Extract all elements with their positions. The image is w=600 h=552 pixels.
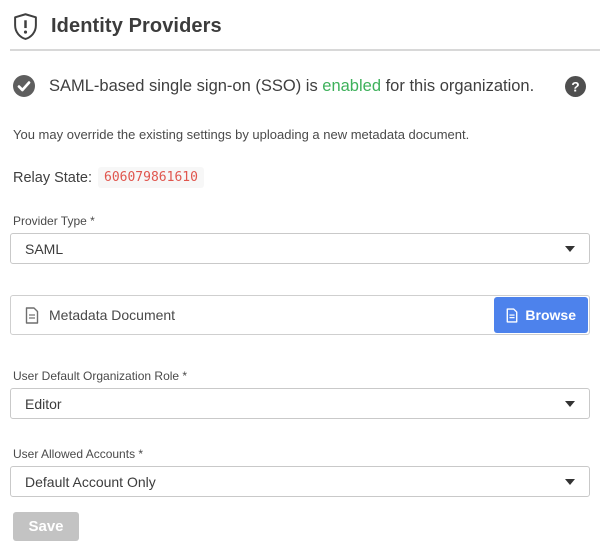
check-circle-icon: [13, 75, 35, 97]
metadata-file-placeholder: Metadata Document: [49, 307, 175, 323]
shield-exclamation-icon: [13, 13, 38, 40]
override-description: You may override the existing settings b…: [13, 127, 588, 142]
allowed-accounts-select[interactable]: Default Account Only: [10, 466, 590, 497]
provider-type-group: Provider Type * SAML: [10, 214, 590, 264]
default-org-role-select[interactable]: Editor: [10, 388, 590, 419]
sso-status-text: SAML-based single sign-on (SSO) is enabl…: [49, 77, 534, 96]
help-button[interactable]: ?: [565, 76, 586, 97]
page-title: Identity Providers: [51, 15, 222, 38]
chevron-down-icon: [565, 479, 575, 485]
allowed-accounts-label: User Allowed Accounts *: [13, 447, 590, 461]
question-circle-icon: ?: [565, 76, 586, 97]
svg-text:?: ?: [571, 78, 579, 94]
status-text-after: for this organization.: [381, 77, 534, 95]
default-org-role-value: Editor: [25, 396, 62, 412]
chevron-down-icon: [565, 246, 575, 252]
relay-state-row: Relay State: 606079861610: [13, 167, 588, 188]
allowed-accounts-group: User Allowed Accounts * Default Account …: [10, 447, 590, 497]
provider-type-select[interactable]: SAML: [10, 233, 590, 264]
identity-providers-page: Identity Providers SAML-based single sig…: [0, 0, 600, 552]
relay-state-label: Relay State:: [13, 170, 92, 186]
provider-type-value: SAML: [25, 241, 63, 257]
sso-status-row: SAML-based single sign-on (SSO) is enabl…: [13, 75, 586, 97]
default-org-role-label: User Default Organization Role *: [13, 369, 590, 383]
status-enabled-text: enabled: [322, 77, 381, 95]
allowed-accounts-value: Default Account Only: [25, 474, 156, 490]
header-divider: [10, 49, 600, 51]
browse-button-label: Browse: [525, 307, 576, 323]
file-upload-icon: [506, 308, 518, 323]
relay-state-value: 606079861610: [98, 167, 204, 188]
metadata-file-input[interactable]: Metadata Document Browse: [10, 295, 590, 335]
provider-type-label: Provider Type *: [13, 214, 590, 228]
page-header: Identity Providers: [0, 0, 600, 40]
save-button[interactable]: Save: [13, 512, 79, 541]
browse-button[interactable]: Browse: [494, 297, 588, 333]
status-text-before: SAML-based single sign-on (SSO) is: [49, 77, 322, 95]
chevron-down-icon: [565, 401, 575, 407]
file-text-icon: [25, 307, 39, 324]
default-org-role-group: User Default Organization Role * Editor: [10, 369, 590, 419]
